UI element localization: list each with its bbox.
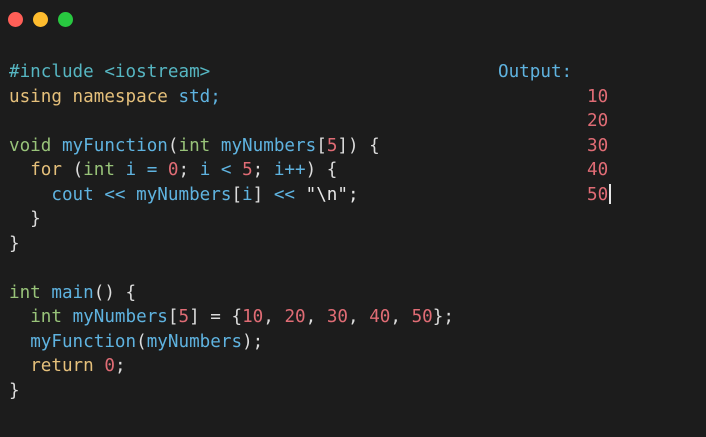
output-value-text: 40	[587, 160, 609, 180]
code-token: 5	[178, 307, 190, 327]
output-value-text: 10	[587, 86, 609, 107]
code-token: 20	[284, 307, 306, 327]
code-token: #include <iostream>	[9, 62, 211, 82]
code-token: ,	[305, 307, 327, 327]
code-token: i =	[125, 160, 168, 180]
code-token: ] = {	[189, 307, 243, 327]
code-token: 40	[369, 307, 391, 327]
code-token: 30	[326, 307, 348, 327]
code-token: 10	[242, 307, 264, 327]
code-token: ,	[390, 307, 412, 327]
code-line: ​	[9, 256, 454, 281]
code-window: #include <iostream>using namespace std;​…	[0, 0, 706, 437]
code-token: (	[72, 160, 84, 180]
code-token: "\n";	[305, 184, 359, 205]
code-line: void myFunction(int myNumbers[5]) {	[9, 134, 454, 159]
code-token: for	[30, 160, 73, 180]
code-token: ]) {	[337, 135, 380, 156]
code-token: myNumbers	[146, 331, 243, 352]
output-value-text: 30	[587, 135, 609, 156]
code-token: (	[167, 135, 179, 156]
code-token: int	[178, 135, 221, 156]
code-token: [	[316, 135, 327, 156]
code-token: ]	[252, 184, 274, 205]
code-token: i	[242, 184, 253, 205]
close-window-button[interactable]	[8, 12, 23, 27]
code-line: myFunction(myNumbers);	[9, 330, 454, 355]
output-value: 30	[587, 134, 611, 159]
minimize-window-button[interactable]	[33, 12, 48, 27]
output-value-text: 50	[587, 184, 609, 205]
code-line: int main() {	[9, 281, 454, 306]
code-line: for (int i = 0; i < 5; i++) {	[9, 158, 454, 183]
code-token: ;	[114, 356, 126, 376]
code-token: myFunction	[30, 331, 137, 352]
output-value: 50	[587, 183, 611, 208]
code-line: }	[9, 207, 454, 232]
code-token: std;	[178, 86, 221, 107]
code-token: ,	[348, 307, 370, 327]
code-token: ;	[252, 160, 274, 180]
code-token: ;	[178, 160, 200, 180]
code-token: ) {	[305, 160, 338, 180]
maximize-window-button[interactable]	[58, 12, 73, 27]
code-token: myNumbers	[72, 307, 168, 327]
code-token: };	[432, 307, 454, 327]
code-token: myNumbers	[220, 135, 317, 156]
code-token: }	[9, 209, 41, 229]
code-token: 5	[242, 160, 253, 180]
output-values: 10 20 30 40 50	[587, 85, 611, 208]
output-value: 20	[587, 109, 611, 134]
window-controls	[8, 12, 73, 27]
code-token: i <	[199, 160, 243, 180]
code-token: myFunction	[61, 135, 168, 156]
code-token: void	[9, 135, 62, 156]
code-token: int	[30, 307, 73, 327]
code-line: }	[9, 379, 454, 404]
code-token: return	[30, 356, 105, 376]
code-token: [	[231, 184, 243, 205]
code-line: }	[9, 232, 454, 257]
code-line: int myNumbers[5] = {10, 20, 30, 40, 50};	[9, 305, 454, 330]
code-token: (	[136, 331, 147, 352]
code-token: cout << myNumbers	[51, 184, 232, 205]
code-token: <<	[273, 184, 306, 205]
code-token: }	[9, 380, 20, 401]
code-token: main	[51, 282, 94, 303]
code-token: ,	[263, 307, 285, 327]
code-token: }	[9, 233, 20, 254]
output-value-text: 20	[587, 111, 609, 131]
code-token: () {	[93, 282, 137, 303]
code-line: using namespace std;	[9, 85, 454, 110]
code-token: int	[83, 160, 126, 180]
code-token: 0	[104, 356, 115, 376]
code-token: using namespace	[9, 86, 179, 107]
code-token: [	[167, 307, 179, 327]
output-value: 40	[587, 158, 611, 183]
code-line: return 0;	[9, 354, 454, 379]
code-token: i++	[273, 160, 306, 180]
code-line: ​	[9, 109, 454, 134]
code-token: 0	[167, 160, 179, 180]
code-line: cout << myNumbers[i] << "\n";	[9, 183, 454, 208]
code-line: #include <iostream>	[9, 60, 454, 85]
text-cursor	[609, 183, 611, 204]
code-token: 5	[326, 135, 338, 156]
code-token: 50	[411, 307, 433, 327]
output-value: 10	[587, 85, 611, 110]
output-label: Output:	[498, 62, 573, 82]
code-token: );	[242, 331, 264, 352]
code-editor[interactable]: #include <iostream>using namespace std;​…	[9, 60, 454, 403]
code-token: int	[9, 282, 52, 303]
